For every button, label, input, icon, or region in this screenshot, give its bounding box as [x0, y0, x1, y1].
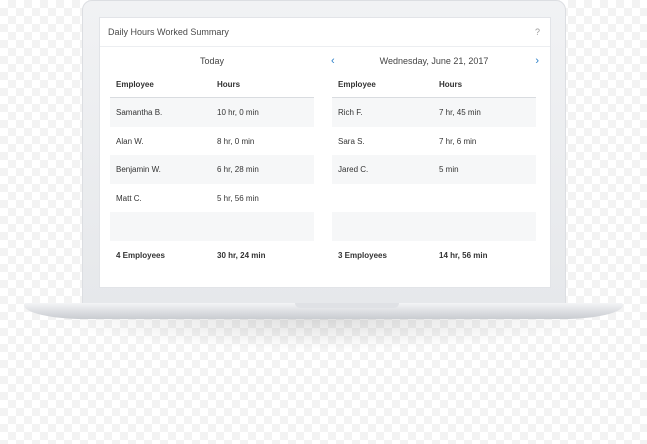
widget-title: Daily Hours Worked Summary [108, 27, 229, 37]
empty-row [332, 212, 536, 241]
employee-hours: 8 hr, 0 min [217, 136, 255, 146]
employee-name: Sara S. [338, 136, 365, 146]
employee-hours: 6 hr, 28 min [217, 165, 259, 174]
table-row: Jared C. 5 min [332, 155, 536, 184]
total-hours: 14 hr, 56 min [439, 250, 488, 260]
table-row: Samantha B. 10 hr, 0 min [110, 98, 314, 127]
selected-day-panel: ‹ Wednesday, June 21, 2017 › Employee Ho… [331, 55, 539, 270]
widget-card: Daily Hours Worked Summary ? Today Emplo… [99, 17, 551, 288]
hours-column-header: Hours [217, 80, 241, 89]
empty-row [332, 184, 536, 213]
table-row: Alan W. 8 hr, 0 min [110, 127, 314, 156]
hours-column-header: Hours [439, 80, 463, 89]
laptop-base [24, 303, 623, 319]
employee-name: Samantha B. [116, 108, 163, 117]
table-row: Rich F. 7 hr, 45 min [332, 98, 536, 127]
employee-column-header: Employee [338, 80, 376, 89]
total-hours: 30 hr, 24 min [217, 250, 266, 260]
selected-date-label: Wednesday, June 21, 2017 [379, 56, 489, 66]
today-date-row: Today [110, 56, 314, 68]
selected-date-row: ‹ Wednesday, June 21, 2017 › [331, 55, 539, 68]
employee-hours: 5 hr, 56 min [217, 193, 259, 203]
chevron-left-icon[interactable]: ‹ [331, 55, 335, 67]
widget-header: Daily Hours Worked Summary ? [100, 18, 550, 47]
employee-name: Benjamin W. [116, 165, 161, 174]
table-row: Sara S. 7 hr, 6 min [332, 127, 536, 156]
table-row: Benjamin W. 6 hr, 28 min [110, 155, 314, 184]
selected-table-header: Employee Hours [332, 68, 536, 98]
employee-hours: 5 min [439, 165, 459, 174]
employee-name: Alan W. [116, 136, 144, 146]
today-panel: Today Employee Hours Samantha B. 10 hr, … [110, 56, 314, 269]
table-row: Matt C. 5 hr, 56 min [110, 184, 314, 213]
today-date-label: Today [199, 56, 225, 66]
employee-column-header: Employee [116, 80, 154, 89]
chevron-right-icon[interactable]: › [535, 55, 539, 67]
employee-name: Rich F. [338, 108, 363, 117]
empty-row [110, 212, 314, 241]
total-row: 3 Employees 14 hr, 56 min [332, 241, 536, 270]
total-employees: 4 Employees [116, 250, 165, 260]
total-row: 4 Employees 30 hr, 24 min [110, 241, 314, 270]
today-table-header: Employee Hours [110, 68, 314, 98]
employee-hours: 7 hr, 45 min [439, 108, 481, 117]
laptop-notch [295, 303, 399, 308]
employee-hours: 7 hr, 6 min [439, 136, 477, 146]
laptop-shadow [50, 318, 597, 350]
employee-hours: 10 hr, 0 min [217, 108, 259, 117]
employee-name: Matt C. [116, 193, 142, 203]
help-icon[interactable]: ? [535, 27, 540, 37]
total-employees: 3 Employees [338, 250, 387, 260]
employee-name: Jared C. [338, 165, 369, 174]
